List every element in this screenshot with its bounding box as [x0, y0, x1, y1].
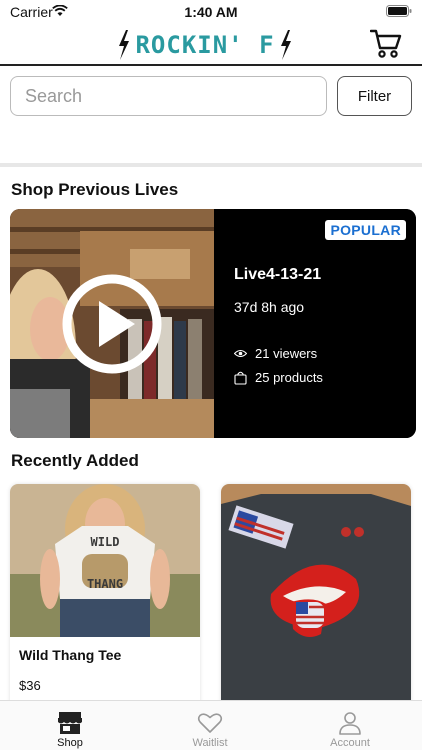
logo-text: ROCKIN' F — [135, 31, 275, 59]
svg-text:WILD: WILD — [91, 535, 120, 549]
live-card[interactable]: POPULAR Live4-13-21 37d 8h ago 21 viewer… — [10, 209, 416, 438]
live-info-panel: POPULAR Live4-13-21 37d 8h ago 21 viewer… — [214, 209, 416, 438]
product-count-label: 25 products — [255, 370, 323, 385]
tab-waitlist[interactable]: Waitlist — [140, 701, 280, 750]
product-image[interactable]: WILD THANG — [10, 484, 200, 637]
product-name: Wild Thang Tee — [19, 647, 122, 663]
product-photo — [221, 484, 411, 714]
tab-label: Waitlist — [192, 737, 228, 749]
filter-button[interactable]: Filter — [337, 76, 412, 116]
cart-icon[interactable] — [370, 28, 402, 58]
eye-icon — [234, 349, 247, 358]
status-bar: Carrier 1:40 AM — [0, 0, 422, 24]
tab-label: Account — [330, 737, 370, 749]
section-title-previous-lives: Shop Previous Lives — [11, 180, 179, 199]
person-icon — [339, 712, 361, 735]
viewer-count: 21 viewers — [234, 346, 317, 361]
product-photo: WILD THANG — [10, 484, 200, 637]
popular-badge: POPULAR — [325, 220, 406, 240]
product-card[interactable]: WILD THANG Wild Thang Tee $36 — [10, 484, 200, 714]
play-icon[interactable] — [61, 273, 163, 375]
tab-bar: Shop Waitlist Account — [0, 700, 422, 750]
section-divider — [0, 163, 422, 167]
product-price: $36 — [19, 678, 41, 693]
tab-shop[interactable]: Shop — [0, 701, 140, 750]
product-count: 25 products — [234, 370, 323, 385]
clock: 1:40 AM — [184, 4, 238, 20]
heart-icon — [197, 713, 223, 733]
product-image[interactable] — [221, 484, 411, 714]
battery-icon — [386, 5, 412, 17]
live-thumbnail[interactable] — [10, 209, 214, 438]
search-input[interactable] — [10, 76, 327, 116]
store-icon — [58, 712, 82, 734]
lightning-bolt-icon — [119, 30, 130, 60]
product-card[interactable] — [221, 484, 411, 714]
tab-label: Shop — [57, 737, 83, 749]
shopping-bag-icon — [234, 371, 247, 385]
app-header: ROCKIN' F — [0, 24, 422, 66]
live-time-ago: 37d 8h ago — [234, 299, 305, 315]
viewer-count-label: 21 viewers — [255, 346, 318, 361]
brand-logo: ROCKIN' F — [110, 27, 300, 63]
live-title: Live4-13-21 — [234, 266, 322, 283]
svg-text:THANG: THANG — [87, 577, 123, 591]
tab-account[interactable]: Account — [280, 701, 420, 750]
lightning-bolt-icon — [280, 30, 291, 60]
section-title-recently-added: Recently Added — [11, 451, 139, 470]
